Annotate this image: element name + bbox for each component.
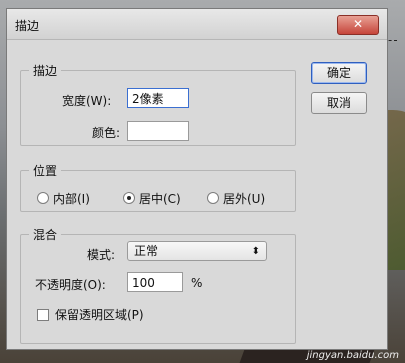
radio-outside-label: 居外(U) [223,191,266,206]
preserve-transparency-checkbox[interactable]: 保留透明区域(P) [37,306,144,323]
radio-center-label: 居中(C) [139,191,181,206]
radio-inside-label: 内部(I) [53,191,90,206]
ok-button[interactable]: 确定 [311,62,367,84]
stroke-dialog: 描边 ✕ 描边 宽度(W): 2像素 颜色: 位置 内部(I) 居中(C) 居外… [6,8,388,350]
opacity-value: 100 [132,276,155,290]
blend-group-legend: 混合 [33,228,58,242]
radio-center-dot[interactable] [123,192,135,204]
watermark: jingyan.baidu.com [306,350,399,361]
updown-arrow-icon: ⬍ [251,246,260,257]
close-button[interactable]: ✕ [337,15,379,35]
opacity-unit: % [191,276,203,290]
dialog-title: 描边 [15,19,40,33]
radio-inside[interactable]: 内部(I) [37,190,90,206]
width-label: 宽度(W): [62,94,112,108]
width-input[interactable]: 2像素 [127,88,189,108]
stroke-group-legend: 描边 [33,64,58,78]
position-group-legend: 位置 [33,164,58,178]
radio-outside[interactable]: 居外(U) [207,190,265,206]
preserve-transparency-label: 保留透明区域(P) [55,308,144,322]
close-icon: ✕ [352,17,364,31]
color-swatch[interactable] [127,121,189,141]
opacity-input[interactable]: 100 [127,272,183,292]
radio-inside-dot[interactable] [37,192,49,204]
color-label: 颜色: [92,126,121,140]
blend-mode-select[interactable]: 正常 ⬍ [127,241,267,261]
mode-label: 模式: [87,248,116,262]
radio-outside-dot[interactable] [207,192,219,204]
opacity-label: 不透明度(O): [35,278,106,292]
width-unit: 像素 [139,92,164,106]
dialog-titlebar[interactable]: 描边 ✕ [7,9,387,40]
radio-center[interactable]: 居中(C) [123,190,181,206]
dialog-content: 描边 宽度(W): 2像素 颜色: 位置 内部(I) 居中(C) 居外(U) 混… [7,40,387,349]
width-value: 2 [132,92,140,106]
blend-mode-value: 正常 [134,244,159,258]
preserve-transparency-box[interactable] [37,308,49,321]
cancel-button[interactable]: 取消 [311,92,367,114]
